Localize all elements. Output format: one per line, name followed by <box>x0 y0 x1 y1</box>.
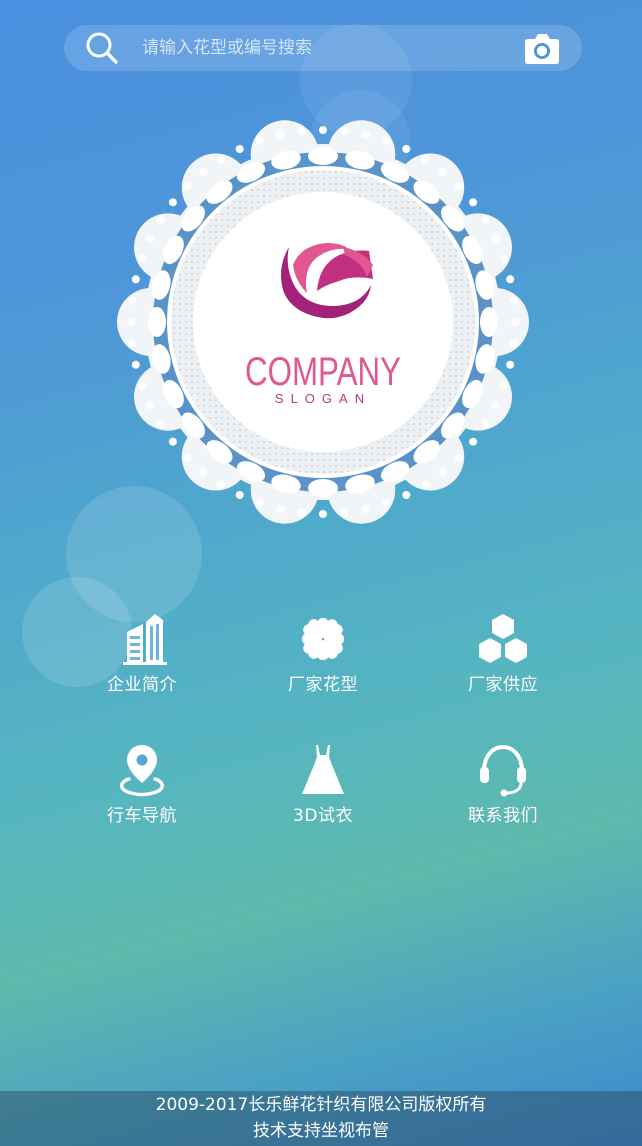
hexagon-cluster-icon <box>479 614 527 663</box>
menu-label: 厂家供应 <box>468 675 538 695</box>
lace-logo-badge: COMPANY SLOGAN <box>117 120 529 524</box>
footer-support: 技术支持坐视布管 <box>253 1121 389 1141</box>
menu-item-patterns[interactable]: 厂家花型 <box>243 612 403 722</box>
clover-icon <box>302 618 344 660</box>
menu-item-navigation[interactable]: 行车导航 <box>62 743 222 853</box>
headset-icon <box>480 744 526 797</box>
location-pin-icon <box>120 745 164 797</box>
search-bar[interactable] <box>64 25 582 71</box>
menu-item-contact[interactable]: 联系我们 <box>423 743 583 853</box>
company-name-text: COMPANY <box>245 350 401 394</box>
menu-item-3d-fitting[interactable]: 3D试衣 <box>243 743 403 853</box>
building-icon <box>123 614 167 665</box>
menu-label: 3D试衣 <box>293 806 353 826</box>
menu-label: 厂家花型 <box>288 675 358 695</box>
dress-icon <box>302 745 344 794</box>
footer: 2009-2017长乐鲜花针织有限公司版权所有 技术支持坐视布管 <box>0 1091 642 1146</box>
company-slogan-text: SLOGAN <box>275 391 371 406</box>
camera-icon[interactable] <box>522 30 562 66</box>
footer-copyright: 2009-2017长乐鲜花针织有限公司版权所有 <box>155 1095 487 1115</box>
menu-label: 联系我们 <box>468 806 538 826</box>
search-icon[interactable] <box>84 30 120 66</box>
menu-label: 企业简介 <box>107 675 177 695</box>
search-input[interactable] <box>142 25 502 71</box>
menu-label: 行车导航 <box>107 806 177 826</box>
menu-item-company-intro[interactable]: 企业简介 <box>62 612 222 722</box>
menu-item-supply[interactable]: 厂家供应 <box>423 612 583 722</box>
